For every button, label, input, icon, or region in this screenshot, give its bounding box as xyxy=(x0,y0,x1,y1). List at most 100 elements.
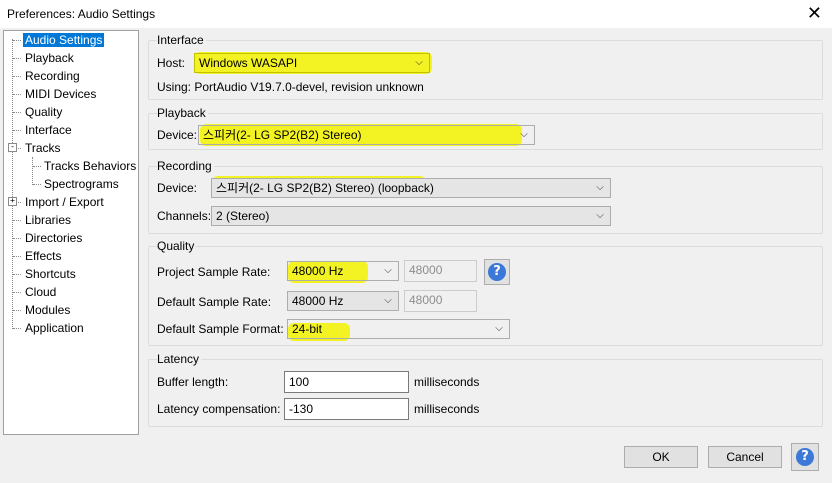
host-label: Host: xyxy=(157,56,186,70)
tree-item-label: Directories xyxy=(25,231,83,245)
tree-item-label: Application xyxy=(25,321,84,335)
project-rate-value: 48000 Hz xyxy=(292,264,344,278)
chevron-down-icon: ⌵ xyxy=(596,182,604,193)
tree-guide-line xyxy=(12,39,13,329)
tree-item-label: Tracks Behaviors xyxy=(44,159,137,173)
recording-group-title: Recording xyxy=(157,159,214,173)
chevron-down-icon: ⌵ xyxy=(384,265,392,276)
latency-comp-input[interactable]: -130 xyxy=(284,398,409,420)
tree-item-label: Playback xyxy=(25,51,74,65)
default-rate-custom-field[interactable]: 48000 xyxy=(404,290,477,312)
title-bar: Preferences: Audio Settings ✕ xyxy=(0,0,832,28)
tree-item-label: Effects xyxy=(25,249,62,263)
format-value: 24-bit xyxy=(292,322,323,336)
latency-comp-unit-label: milliseconds xyxy=(414,402,480,416)
tree-connector xyxy=(13,40,21,41)
close-icon[interactable]: ✕ xyxy=(807,3,822,23)
host-select[interactable]: Windows WASAPI ⌵ xyxy=(194,53,430,73)
help-icon: ? xyxy=(488,263,506,281)
latency-comp-value: -130 xyxy=(289,402,314,416)
chevron-down-icon: ⌵ xyxy=(415,57,423,68)
tree-item-recording[interactable]: Recording xyxy=(23,68,82,84)
tree-connector xyxy=(13,238,21,239)
tree-item-midi-devices[interactable]: MIDI Devices xyxy=(23,86,98,102)
tree-item-label: Import / Export xyxy=(25,195,104,209)
tree-connector xyxy=(13,112,21,113)
tree-item-tracks[interactable]: Tracks xyxy=(23,140,63,156)
collapse-icon[interactable]: - xyxy=(8,143,17,152)
buffer-length-input[interactable]: 100 xyxy=(284,371,409,393)
tree-connector xyxy=(13,310,21,311)
window-title: Preferences: Audio Settings xyxy=(7,7,156,21)
tree-item-label: Tracks xyxy=(25,141,61,155)
channels-value: 2 (Stereo) xyxy=(216,209,270,223)
format-select[interactable]: 24-bit ⌵ xyxy=(287,319,510,339)
chevron-down-icon: ⌵ xyxy=(495,323,503,334)
tree-connector xyxy=(13,256,21,257)
tree-item-label: Recording xyxy=(25,69,80,83)
buffer-length-value: 100 xyxy=(289,375,310,389)
tree-item-cloud[interactable]: Cloud xyxy=(23,284,58,300)
format-label: Default Sample Format: xyxy=(157,322,284,336)
project-rate-custom-field[interactable]: 48000 xyxy=(404,260,477,282)
using-text: Using: PortAudio V19.7.0-devel, revision… xyxy=(157,80,424,94)
tree-item-label: Cloud xyxy=(25,285,57,299)
default-rate-select[interactable]: 48000 Hz ⌵ xyxy=(287,291,399,311)
preferences-tree[interactable]: Audio Settings Playback Recording MIDI D… xyxy=(3,30,139,435)
tree-connector xyxy=(13,220,21,221)
channels-select[interactable]: 2 (Stereo) ⌵ xyxy=(211,206,611,226)
expand-icon[interactable]: + xyxy=(8,197,17,206)
latency-group xyxy=(148,359,823,427)
tree-item-application[interactable]: Application xyxy=(23,320,86,336)
tree-item-effects[interactable]: Effects xyxy=(23,248,63,264)
tree-item-libraries[interactable]: Libraries xyxy=(23,212,73,228)
tree-connector xyxy=(13,130,21,131)
dialog-help-button[interactable]: ? xyxy=(791,443,819,471)
playback-device-value: 스피커(2- LG SP2(B2) Stereo) xyxy=(203,128,362,142)
default-rate-value: 48000 Hz xyxy=(292,294,344,308)
tree-connector xyxy=(13,292,21,293)
default-rate-custom-value: 48000 xyxy=(409,293,443,307)
project-rate-select[interactable]: 48000 Hz ⌵ xyxy=(287,261,399,281)
latency-comp-label: Latency compensation: xyxy=(157,402,281,416)
tree-item-import-export[interactable]: Import / Export xyxy=(23,194,106,210)
tree-item-label: Modules xyxy=(25,303,71,317)
ok-button[interactable]: OK xyxy=(624,446,698,468)
tree-item-label: Libraries xyxy=(25,213,72,227)
playback-group-title: Playback xyxy=(157,106,208,120)
quality-group-title: Quality xyxy=(157,239,197,253)
tree-item-modules[interactable]: Modules xyxy=(23,302,72,318)
tree-connector xyxy=(33,184,41,185)
default-rate-label: Default Sample Rate: xyxy=(157,295,272,309)
tree-item-shortcuts[interactable]: Shortcuts xyxy=(23,266,78,282)
tree-connector xyxy=(13,58,21,59)
latency-group-title: Latency xyxy=(157,352,202,366)
interface-group-title: Interface xyxy=(157,33,206,47)
cancel-button[interactable]: Cancel xyxy=(708,446,782,468)
recording-device-select[interactable]: 스피커(2- LG SP2(B2) Stereo) (loopback) ⌵ xyxy=(211,178,611,198)
tree-connector xyxy=(13,94,21,95)
tree-item-quality[interactable]: Quality xyxy=(23,104,64,120)
tree-item-tracks-behaviors[interactable]: Tracks Behaviors xyxy=(42,158,138,174)
tree-item-interface[interactable]: Interface xyxy=(23,122,74,138)
tree-item-label: MIDI Devices xyxy=(25,87,97,101)
tree-connector xyxy=(13,76,21,77)
tree-item-audio-settings[interactable]: Audio Settings xyxy=(23,32,105,48)
playback-device-label: Device: xyxy=(157,128,198,142)
tree-connector xyxy=(33,166,41,167)
buffer-unit-label: milliseconds xyxy=(414,375,480,389)
tree-item-spectrograms[interactable]: Spectrograms xyxy=(42,176,121,192)
recording-device-value: 스피커(2- LG SP2(B2) Stereo) (loopback) xyxy=(216,181,434,195)
help-button[interactable]: ? xyxy=(484,259,510,285)
tree-guide-line xyxy=(32,157,33,185)
tree-item-directories[interactable]: Directories xyxy=(23,230,84,246)
tree-item-playback[interactable]: Playback xyxy=(23,50,76,66)
host-select-value: Windows WASAPI xyxy=(199,56,298,70)
tree-item-label: Audio Settings xyxy=(23,33,105,47)
chevron-down-icon: ⌵ xyxy=(520,129,528,140)
project-rate-custom-value: 48000 xyxy=(409,263,443,277)
chevron-down-icon: ⌵ xyxy=(596,210,604,221)
tree-connector xyxy=(13,274,21,275)
playback-device-select[interactable]: 스피커(2- LG SP2(B2) Stereo) ⌵ xyxy=(198,125,535,145)
tree-item-label: Interface xyxy=(25,123,72,137)
